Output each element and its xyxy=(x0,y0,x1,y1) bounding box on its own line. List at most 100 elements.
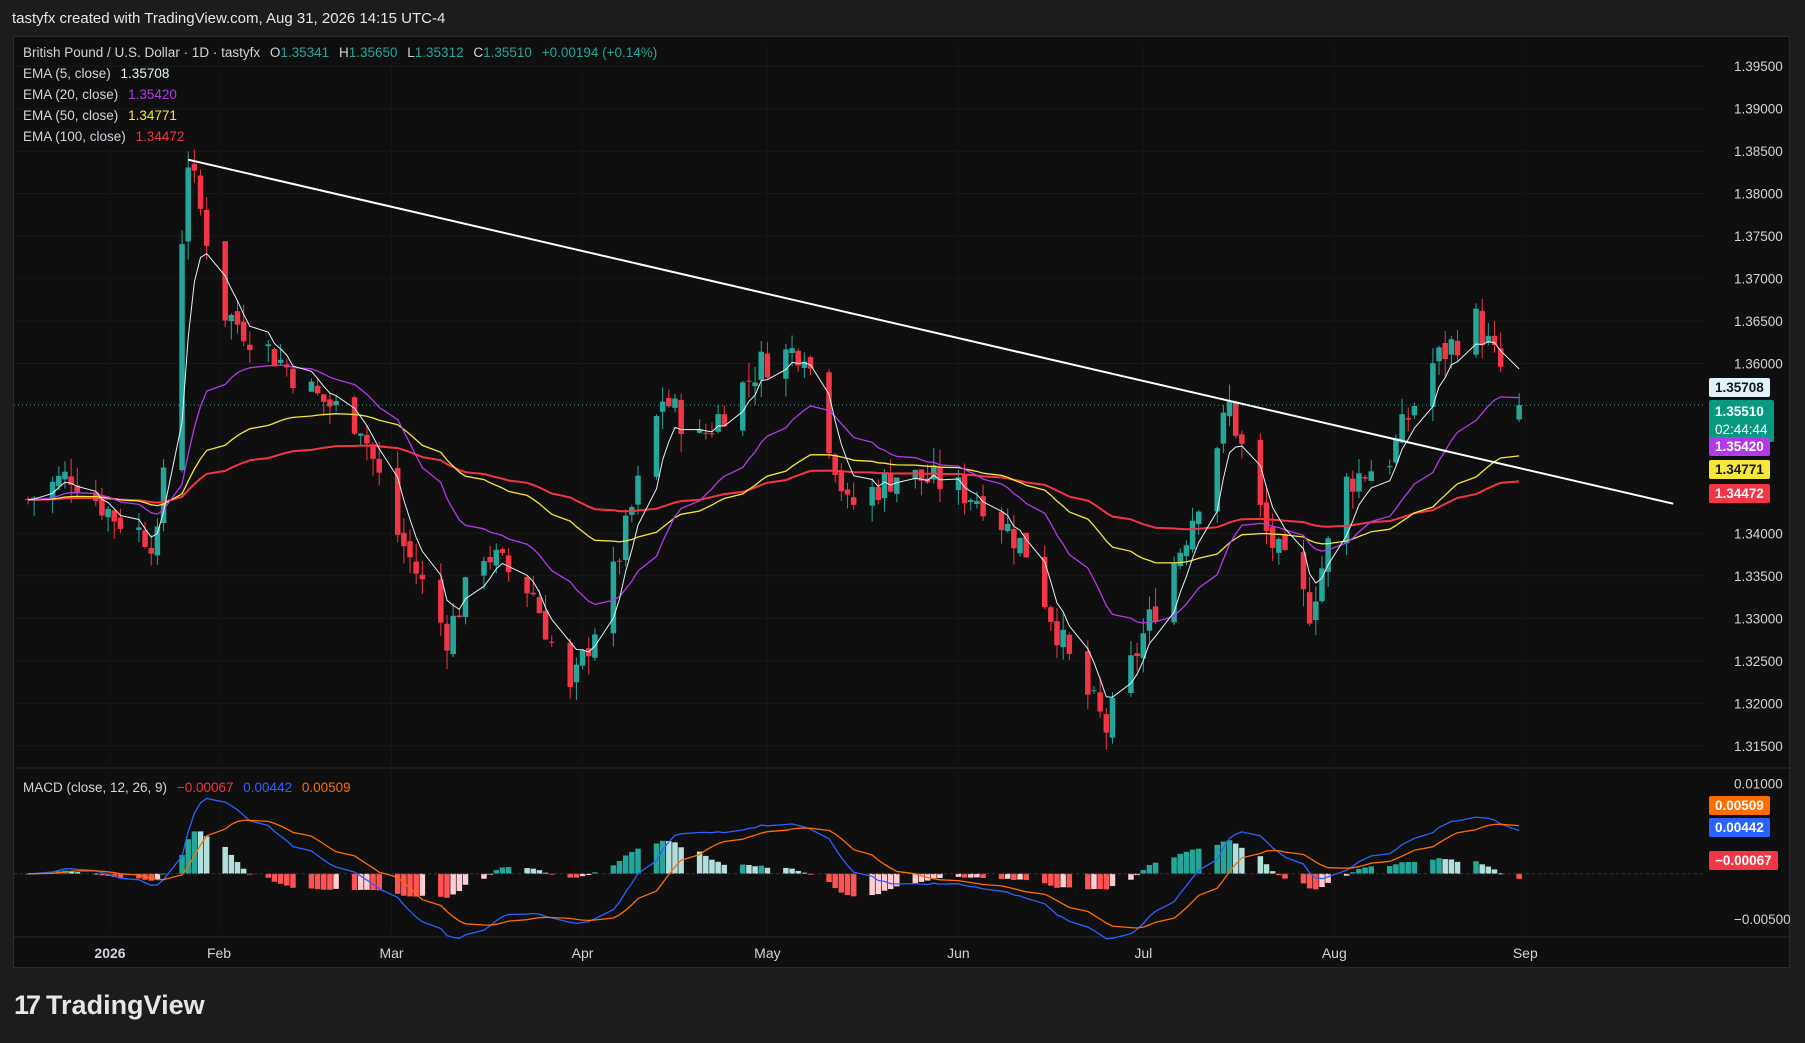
macd-hist-bar xyxy=(1239,847,1245,874)
macd-hist-bar xyxy=(968,873,974,878)
candle-body xyxy=(610,561,617,634)
macd-hist-bar xyxy=(844,873,851,895)
signal-price-tag: 0.00509 xyxy=(1709,796,1770,815)
macd-hist-bar xyxy=(1448,859,1455,874)
macd-hist-bar xyxy=(709,859,715,874)
macd-hist-bar xyxy=(1306,873,1313,889)
time-tick-label: Jul xyxy=(1134,945,1152,961)
macd-legend[interactable]: MACD (close, 12, 26, 9) −0.00067 0.00442… xyxy=(23,780,357,795)
macd-hist-bar xyxy=(1282,873,1288,879)
macd-label: MACD (close, 12, 26, 9) xyxy=(23,780,168,795)
ema5-value: 1.35708 xyxy=(120,66,170,81)
chart-svg[interactable]: 1.39500 1.39000 1.38500 1.38000 1.37500 1.370… xyxy=(14,37,1791,969)
macd-hist-bar xyxy=(1220,841,1227,874)
candle-body xyxy=(505,555,512,573)
ema50-legend[interactable]: EMA (50, close) 1.34771 xyxy=(23,108,183,123)
candle-body xyxy=(456,615,463,618)
macd-hist-bar xyxy=(1454,861,1461,874)
candle-body xyxy=(783,349,789,379)
chart-area[interactable]: 1.39500 1.39000 1.38500 1.38000 1.37500 1.370… xyxy=(13,36,1791,969)
candle-body xyxy=(191,163,198,171)
price-tick-label: 1.32000 xyxy=(1734,696,1783,711)
time-tick-label: 2026 xyxy=(94,945,125,961)
macd-hist-bar xyxy=(370,873,376,891)
macd-hist-bar xyxy=(703,855,709,874)
macd-hist-bar xyxy=(1177,853,1183,874)
macd-hist-bar xyxy=(1152,862,1159,874)
candle-body xyxy=(974,501,980,505)
ema20-legend[interactable]: EMA (20, close) 1.35420 xyxy=(23,87,183,102)
macd-hist-bar xyxy=(1023,873,1029,881)
ema5-price-tag: 1.35708 xyxy=(1709,378,1770,397)
ema100-label: EMA (100, close) xyxy=(23,129,126,144)
ema100-line xyxy=(27,444,1520,531)
macd-hist-bar xyxy=(290,873,296,888)
time-tick-label: Feb xyxy=(207,945,231,961)
macd-hist-bar xyxy=(1356,868,1362,874)
legend-close: C1.35510 xyxy=(473,45,532,60)
candle-body xyxy=(1004,524,1011,532)
ema50-label: EMA (50, close) xyxy=(23,108,119,123)
price-tick-label: 1.32500 xyxy=(1734,654,1783,669)
macd-hist-bar xyxy=(887,873,894,890)
candle-body xyxy=(758,351,764,380)
price-tick-label: 1.38500 xyxy=(1734,144,1783,159)
candle-body xyxy=(832,454,838,475)
macd-line xyxy=(27,797,1520,940)
ema5-legend[interactable]: EMA (5, close) 1.35708 xyxy=(23,66,175,81)
candle-body xyxy=(49,481,56,499)
macd-hist-bar xyxy=(666,841,672,874)
close-label: C xyxy=(473,45,484,60)
ema100-legend[interactable]: EMA (100, close) 1.34472 xyxy=(23,129,190,144)
macd-hist-bar xyxy=(271,873,278,882)
candle-body xyxy=(968,499,974,503)
time-tick-label: Aug xyxy=(1322,945,1347,961)
candle-body xyxy=(1454,340,1461,356)
candle-body xyxy=(203,209,210,246)
macd-hist-bar xyxy=(1041,873,1048,884)
candle-body xyxy=(1066,634,1073,654)
macd-hist-bar xyxy=(1387,865,1393,874)
macd-hist-bar xyxy=(715,861,721,874)
candle-body xyxy=(1368,471,1375,481)
macd-hist-bar xyxy=(832,873,838,889)
tradingview-logo[interactable]: 17 TradingView xyxy=(14,990,205,1021)
macd-hist-bar xyxy=(536,870,543,874)
macd-hist-bar xyxy=(456,873,463,891)
macd-hist-bar xyxy=(265,873,272,878)
macd-hist-bar xyxy=(616,860,623,874)
open-label: O xyxy=(269,45,281,60)
candle-body xyxy=(111,510,118,522)
macd-hist-bar xyxy=(912,873,919,884)
candle-body xyxy=(1183,545,1190,557)
legend-low: L1.35312 xyxy=(407,45,463,60)
candle-body xyxy=(1306,592,1313,624)
macd-hist-bar xyxy=(1436,858,1442,874)
candle-body xyxy=(271,348,278,367)
macd-hist-bar xyxy=(1393,864,1399,874)
candle-body xyxy=(672,398,678,408)
candle-body xyxy=(1473,308,1479,355)
candle-body xyxy=(1411,405,1418,416)
macd-hist-bar xyxy=(1189,849,1196,874)
macd-hist-bar xyxy=(1263,864,1270,874)
macd-hist-bar xyxy=(1319,873,1325,888)
candle-body xyxy=(1387,466,1393,468)
candle-body xyxy=(1177,552,1183,567)
candle-body xyxy=(1313,601,1319,621)
candle-body xyxy=(1152,606,1159,622)
macd-hist-bar xyxy=(1097,873,1103,890)
candle-body xyxy=(1011,528,1017,549)
symbol-legend[interactable]: British Pound / U.S. Dollar · 1D · tasty… xyxy=(23,45,663,60)
macd-hist-bar xyxy=(740,864,746,874)
candle-body xyxy=(321,394,327,402)
macd-hist-bar xyxy=(505,867,512,874)
candle-body xyxy=(290,368,296,389)
price-tick-label: 1.36000 xyxy=(1734,357,1783,372)
macd-hist-bar xyxy=(351,873,358,890)
candle-body xyxy=(1516,405,1522,420)
macd-hist-bar xyxy=(1004,873,1011,879)
macd-hist-bar xyxy=(1048,873,1054,886)
macd-hist-bar xyxy=(1091,873,1097,890)
candle-body xyxy=(530,592,537,595)
